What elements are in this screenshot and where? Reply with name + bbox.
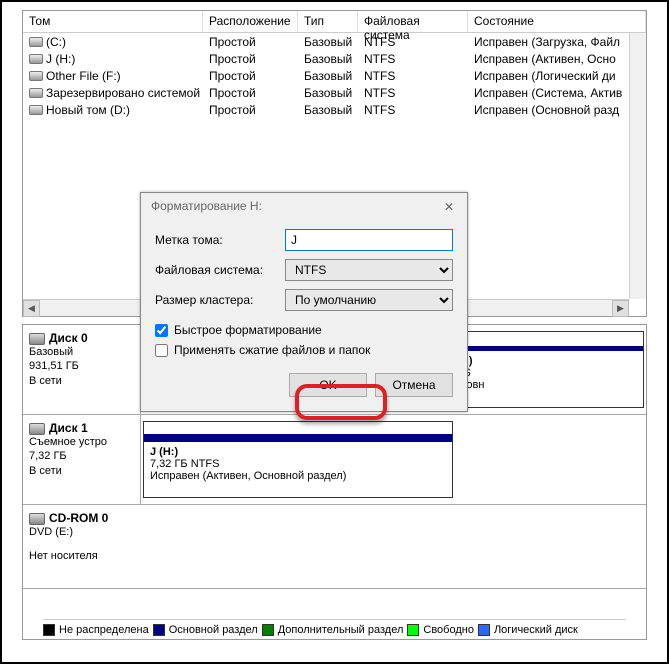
- quick-format-checkbox[interactable]: [155, 324, 168, 337]
- close-icon[interactable]: ✕: [441, 199, 457, 215]
- legend-primary: Основной раздел: [169, 624, 258, 636]
- format-dialog: Форматирование H: ✕ Метка тома: Файловая…: [140, 192, 468, 412]
- disk-1-type: Съемное устро: [29, 435, 134, 449]
- col-type[interactable]: Тип: [298, 11, 358, 32]
- disk-1-vol-j[interactable]: J (H:) 7,32 ГБ NTFS Исправен (Активен, О…: [143, 421, 453, 498]
- drive-icon: [29, 423, 45, 435]
- vol-state: Исправен (Активен, Основной раздел): [150, 470, 446, 482]
- volume-icon: [29, 71, 43, 81]
- compression-checkbox[interactable]: [155, 344, 168, 357]
- table-row[interactable]: Other File (F:)ПростойБазовыйNTFSИсправе…: [23, 67, 646, 84]
- legend-swatch-free: [407, 624, 419, 636]
- table-row[interactable]: Зарезервировано системойПростойБазовыйNT…: [23, 84, 646, 101]
- compression-label: Применять сжатие файлов и папок: [174, 343, 370, 357]
- cdrom-info[interactable]: CD-ROM 0 DVD (E:) Нет носителя: [23, 505, 141, 588]
- disk-1-status: В сети: [29, 464, 134, 478]
- legend-unallocated: Не распределена: [59, 624, 149, 636]
- disk-1-size: 7,32 ГБ: [29, 449, 134, 463]
- table-header: Том Расположение Тип Файловая система Со…: [23, 11, 646, 33]
- drive-icon: [29, 333, 45, 345]
- legend-free: Свободно: [423, 624, 474, 636]
- table-row[interactable]: (C:)ПростойБазовыйNTFSИсправен (Загрузка…: [23, 33, 646, 50]
- cdrom-panel: CD-ROM 0 DVD (E:) Нет носителя: [23, 505, 646, 589]
- disk-1-volumes: J (H:) 7,32 ГБ NTFS Исправен (Активен, О…: [141, 415, 646, 504]
- dialog-titlebar[interactable]: Форматирование H: ✕: [141, 193, 467, 221]
- vol-size: 7,32 ГБ NTFS: [150, 458, 446, 470]
- col-location[interactable]: Расположение: [203, 11, 298, 32]
- label-volume: Метка тома:: [155, 233, 285, 247]
- legend: Не распределена Основной раздел Дополнит…: [43, 619, 626, 637]
- volume-label-input[interactable]: [285, 229, 453, 251]
- vol-title: J (H:): [150, 446, 446, 458]
- col-volume[interactable]: Том: [23, 11, 203, 32]
- table-row[interactable]: Новый том (D:)ПростойБазовыйNTFSИсправен…: [23, 101, 646, 118]
- volume-icon: [29, 37, 43, 47]
- cancel-button[interactable]: Отмена: [375, 373, 453, 397]
- label-cluster: Размер кластера:: [155, 293, 285, 307]
- legend-swatch-extended: [262, 624, 274, 636]
- table-row[interactable]: J (H:)ПростойБазовыйNTFSИсправен (Активе…: [23, 50, 646, 67]
- label-filesystem: Файловая система:: [155, 263, 285, 277]
- col-state[interactable]: Состояние: [468, 11, 646, 32]
- dialog-body: Метка тома: Файловая система: NTFS Разме…: [141, 221, 467, 411]
- legend-swatch-primary: [153, 624, 165, 636]
- disk-1-panel: Диск 1 Съемное устро 7,32 ГБ В сети J (H…: [23, 415, 646, 505]
- col-filesystem[interactable]: Файловая система: [358, 11, 468, 32]
- cluster-size-select[interactable]: По умолчанию: [285, 289, 453, 311]
- scroll-right-icon[interactable]: ▶: [612, 300, 629, 317]
- volume-icon: [29, 54, 43, 64]
- cdrom-name: CD-ROM 0: [49, 511, 108, 525]
- cdrom-type: DVD (E:): [29, 525, 135, 539]
- legend-swatch-logical: [478, 624, 490, 636]
- disk-0-type: Базовый: [29, 345, 134, 359]
- disk-0-status: В сети: [29, 374, 134, 388]
- legend-swatch-unallocated: [43, 624, 55, 636]
- quick-format-label: Быстрое форматирование: [174, 323, 322, 337]
- volume-icon: [29, 105, 43, 115]
- disk-0-info[interactable]: Диск 0 Базовый 931,51 ГБ В сети: [23, 325, 141, 414]
- volume-icon: [29, 88, 43, 98]
- legend-extended: Дополнительный раздел: [278, 624, 404, 636]
- table-body: (C:)ПростойБазовыйNTFSИсправен (Загрузка…: [23, 33, 646, 118]
- disk-0-size: 931,51 ГБ: [29, 359, 134, 373]
- dialog-title-text: Форматирование H:: [151, 199, 262, 215]
- disk-0-name: Диск 0: [49, 331, 88, 345]
- cdrom-status: Нет носителя: [29, 549, 135, 563]
- filesystem-select[interactable]: NTFS: [285, 259, 453, 281]
- disk-1-info[interactable]: Диск 1 Съемное устро 7,32 ГБ В сети: [23, 415, 141, 504]
- scroll-left-icon[interactable]: ◀: [23, 300, 40, 317]
- legend-logical: Логический диск: [494, 624, 578, 636]
- volume-bar: [144, 434, 452, 442]
- disk-1-name: Диск 1: [49, 421, 88, 435]
- cdrom-icon: [29, 513, 45, 525]
- ok-button[interactable]: OK: [289, 373, 367, 397]
- scrollbar-vertical[interactable]: [629, 33, 646, 299]
